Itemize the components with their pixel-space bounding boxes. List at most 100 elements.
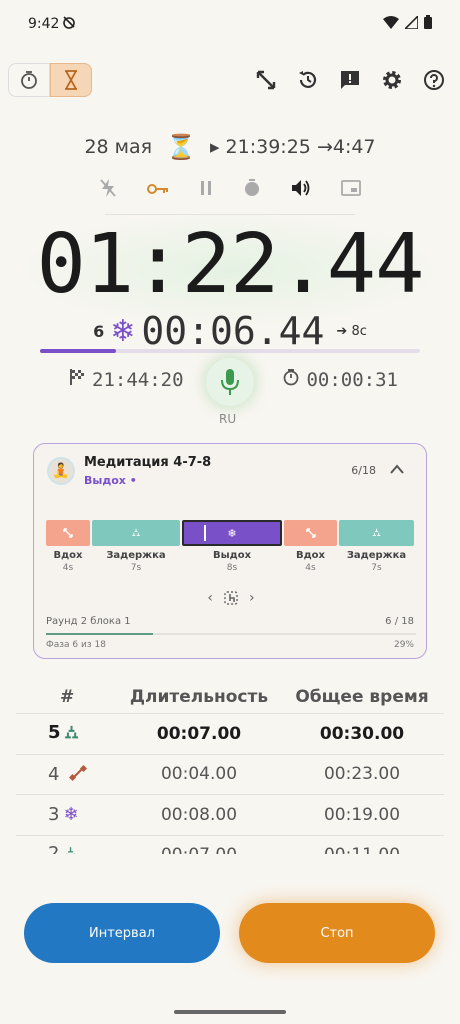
phase-labels: Вдох 4s Задержка 7s Выдох 8s Вдох 4s Задержк… xyxy=(46,550,416,573)
remaining-value: →4:47 xyxy=(316,136,376,158)
date-label: 28 мая xyxy=(84,136,153,158)
timer-mode-button[interactable] xyxy=(50,63,92,97)
phase-label-duration: 4s xyxy=(62,563,74,573)
table-row[interactable]: 4 00:04.00 00:23.00 xyxy=(16,755,444,795)
phase-of-total: Фаза 6 из 18 xyxy=(46,640,106,650)
program-title: Медитация 4-7-8 xyxy=(84,455,212,470)
battery-icon xyxy=(424,15,432,33)
phase-label-duration: 7s xyxy=(371,563,382,573)
column-total: Общее время xyxy=(295,686,429,707)
alarm-off-icon xyxy=(62,15,76,33)
finish-time: 21:44:20 xyxy=(68,368,184,391)
interval-button[interactable]: Интервал xyxy=(24,903,220,963)
phase-label-name: Вдох xyxy=(295,550,326,561)
mic-icon xyxy=(221,369,239,395)
lap-total: 00:23.00 xyxy=(323,764,401,785)
phase-inhale[interactable] xyxy=(284,520,337,546)
lap-number-value: 3 xyxy=(48,804,60,826)
lap-total: 00:19.00 xyxy=(323,804,401,825)
lap-number-value: 2 xyxy=(48,843,60,854)
stop-button[interactable]: Стоп xyxy=(239,903,435,963)
volume-icon[interactable] xyxy=(291,179,311,202)
dumbbell-icon xyxy=(63,764,88,785)
program-count: 6/18 xyxy=(351,464,376,477)
column-number: # xyxy=(60,686,75,707)
round-progress-fill xyxy=(46,633,154,635)
snowflake-icon: ❄ xyxy=(110,313,136,349)
status-icons xyxy=(383,13,432,33)
phase-label: Вдох 4s xyxy=(284,550,337,573)
phase-label-duration: 7s xyxy=(130,563,142,573)
phase-label-name: Выдох xyxy=(212,550,252,561)
feedback-icon[interactable] xyxy=(338,66,362,94)
stopwatch-mode-button[interactable] xyxy=(8,63,50,97)
laps-table-header: # Длительность Общее время xyxy=(16,680,444,714)
end-time: ▸ 21:39:25 →4:47 xyxy=(209,136,376,158)
next-phase-value: 8с xyxy=(351,323,367,339)
snowflake-icon: ❄ xyxy=(227,526,237,540)
key-icon[interactable] xyxy=(147,180,169,201)
lap-number: 3 ❄ xyxy=(16,804,118,825)
phase-timer-row: 6 ❄ 00:06.44 ➔ 8с xyxy=(0,309,460,353)
current-phase-label: Выдох • xyxy=(84,474,137,487)
phase-label-name: Задержка xyxy=(346,550,407,561)
phase-progress-bar xyxy=(40,349,420,353)
laps-table: 5 ⛼ 00:07.00 00:30.00 4 00:04.00 00:23.00… xyxy=(16,714,444,854)
stopwatch-icon xyxy=(282,368,300,391)
mode-toggle[interactable] xyxy=(8,63,93,97)
voice-language: RU xyxy=(219,412,237,426)
phase-timer: 00:06.44 xyxy=(141,309,325,353)
gesture-nav-handle[interactable] xyxy=(174,1010,286,1014)
timer-icon[interactable] xyxy=(243,178,261,203)
table-row[interactable]: 5 ⛼ 00:07.00 00:30.00 xyxy=(16,714,444,755)
chevron-up-icon[interactable] xyxy=(390,462,404,478)
meditation-icon: ⛼ xyxy=(64,721,79,743)
phase-count: 6 xyxy=(93,321,105,341)
phase-hold[interactable]: ⛼ xyxy=(339,520,414,546)
phase-label: Задержка 7s xyxy=(92,550,180,573)
stopwatch-icon xyxy=(21,71,37,89)
phase-exhale-active[interactable]: ❄ xyxy=(182,520,282,546)
lap-duration: 00:04.00 xyxy=(160,764,238,785)
compress-icon[interactable] xyxy=(254,66,278,94)
swipe-hand-icon[interactable] xyxy=(223,590,239,610)
hourglass-icon xyxy=(65,70,77,90)
phase-progress-fill xyxy=(40,349,116,353)
flash-off-icon[interactable] xyxy=(99,178,117,203)
lap-total: 00:30.00 xyxy=(319,723,405,744)
phase-label: Задержка 7s xyxy=(339,550,414,573)
phase-label-duration: 8s xyxy=(226,563,238,573)
phase-label: Вдох 4s xyxy=(46,550,90,573)
help-icon[interactable] xyxy=(422,66,446,94)
lap-number: 4 xyxy=(16,764,118,785)
end-time-value: 21:39:25 xyxy=(225,136,311,158)
control-row xyxy=(0,177,460,203)
lap-duration: 00:08.00 xyxy=(160,804,238,825)
settings-icon[interactable] xyxy=(380,66,404,94)
hourglass-icon: ⏳ xyxy=(166,133,196,161)
signal-icon xyxy=(403,13,419,33)
history-icon[interactable] xyxy=(296,66,320,94)
phase-hold[interactable]: ⛼ xyxy=(92,520,180,546)
elapsed-time-value: 00:00:31 xyxy=(306,368,398,391)
lap-number: 5 ⛼ xyxy=(16,722,118,746)
status-bar: 9:42 xyxy=(0,0,460,50)
table-row[interactable]: 3 ❄ 00:08.00 00:19.00 xyxy=(16,795,444,836)
current-phase-name: Выдох xyxy=(84,474,126,487)
round-number: 6 / 18 xyxy=(385,616,414,627)
percent-complete: 29% xyxy=(393,640,414,650)
chevron-right-icon[interactable]: › xyxy=(249,590,255,610)
meditation-icon: ⛼ xyxy=(372,525,381,539)
expand-icon xyxy=(63,528,73,538)
phase-label-name: Вдох xyxy=(53,550,83,561)
phase-label-duration: 4s xyxy=(305,563,316,573)
voice-button[interactable] xyxy=(206,358,254,406)
table-row[interactable]: 2⛼ 00:07.00 00:11.00 xyxy=(16,836,444,854)
next-phase: ➔ 8с xyxy=(336,323,367,339)
lap-number-value: 5 xyxy=(48,721,61,743)
dot-icon: • xyxy=(129,474,137,487)
pause-icon[interactable] xyxy=(199,180,213,201)
pip-icon[interactable] xyxy=(341,179,361,201)
phase-inhale[interactable] xyxy=(46,520,90,546)
chevron-left-icon[interactable]: ‹ xyxy=(207,590,213,610)
